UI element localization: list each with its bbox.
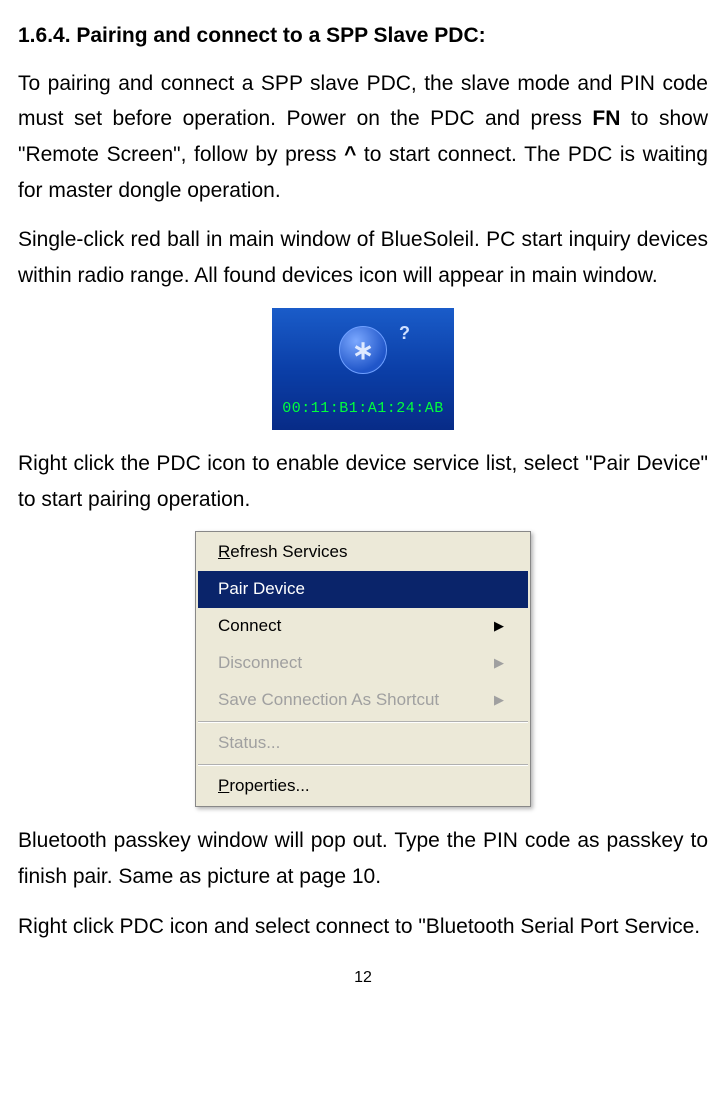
context-menu: Refresh Services Pair Device Connect ▶ D… <box>195 531 531 807</box>
bluetooth-device-tile: ∗ ? 00:11:B1:A1:24:AB <box>272 308 454 430</box>
figure-context-menu: Refresh Services Pair Device Connect ▶ D… <box>18 531 708 807</box>
para1-caret: ^ <box>344 143 356 166</box>
menu-item-connect[interactable]: Connect ▶ <box>198 608 528 645</box>
menu-item-save-shortcut: Save Connection As Shortcut ▶ <box>198 682 528 719</box>
menu-connect-label: Connect <box>218 612 494 641</box>
paragraph-4: Bluetooth passkey window will pop out. T… <box>18 823 708 894</box>
menu-item-refresh-services[interactable]: Refresh Services <box>198 534 528 571</box>
menu-pair-label: Pair Device <box>218 575 504 604</box>
submenu-arrow-icon: ▶ <box>494 615 504 637</box>
paragraph-5: Right click PDC icon and select connect … <box>18 909 708 945</box>
bluetooth-icon: ∗ <box>339 326 387 374</box>
submenu-arrow-icon: ▶ <box>494 689 504 711</box>
menu-disconnect-label: Disconnect <box>218 649 494 678</box>
paragraph-1: To pairing and connect a SPP slave PDC, … <box>18 66 708 209</box>
menu-separator <box>198 721 528 723</box>
section-heading: 1.6.4. Pairing and connect to a SPP Slav… <box>18 18 708 54</box>
bluetooth-glyph: ∗ <box>352 337 374 363</box>
paragraph-3: Right click the PDC icon to enable devic… <box>18 446 708 517</box>
menu-shortcut-label: Save Connection As Shortcut <box>218 686 494 715</box>
submenu-arrow-icon: ▶ <box>494 652 504 674</box>
page-number: 12 <box>18 964 708 991</box>
menu-status-label: Status... <box>218 729 504 758</box>
menu-item-status: Status... <box>198 725 528 762</box>
menu-item-disconnect: Disconnect ▶ <box>198 645 528 682</box>
menu-separator <box>198 764 528 766</box>
menu-refresh-label: efresh Services <box>230 542 347 561</box>
question-mark-icon: ? <box>399 318 410 349</box>
bluetooth-mac-address: 00:11:B1:A1:24:AB <box>282 396 444 422</box>
paragraph-2: Single-click red ball in main window of … <box>18 222 708 293</box>
menu-item-pair-device[interactable]: Pair Device <box>198 571 528 608</box>
figure-bluetooth-device: ∗ ? 00:11:B1:A1:24:AB <box>18 308 708 430</box>
para1-fn: FN <box>592 107 620 130</box>
menu-properties-label: roperties... <box>229 776 309 795</box>
menu-item-properties[interactable]: Properties... <box>198 768 528 805</box>
